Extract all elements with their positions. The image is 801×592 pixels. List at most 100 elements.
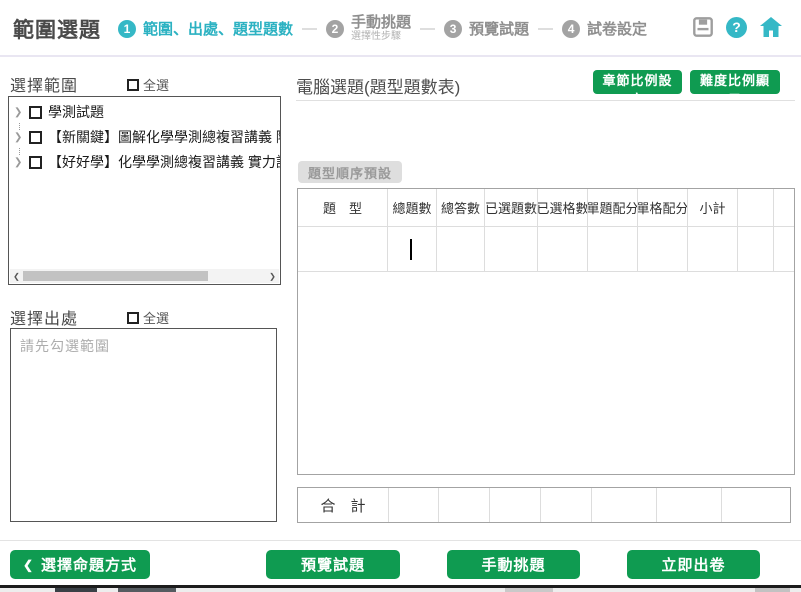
column-header-subtotal: 小計 [688, 189, 738, 227]
question-type-table: 題 型 總題數 總答數 已選題數 已選格數 單題配分 單格配分 小計 [297, 188, 795, 475]
step-1-badge: 1 [118, 20, 136, 38]
background-fragment [118, 588, 176, 592]
step-4-label: 試卷設定 [587, 18, 647, 39]
cell-selected-blanks[interactable] [538, 227, 588, 272]
source-list-box: 請先勾選範圍 [10, 328, 277, 522]
computer-pick-title: 電腦選題(題型題數表) [296, 73, 460, 98]
step-2-badge: 2 [326, 20, 344, 38]
total-cell [541, 488, 592, 522]
preview-questions-button[interactable]: 預覽試題 [266, 550, 400, 579]
step-3-preview[interactable]: 3 預覽試題 [444, 18, 529, 39]
step-3-badge: 3 [444, 20, 462, 38]
tree-item-checkbox[interactable] [29, 106, 42, 119]
total-row-table: 合 計 [297, 487, 791, 523]
total-cell [722, 488, 790, 522]
step-1-range[interactable]: 1 範圍、出處、題型題數 [118, 18, 293, 39]
step-4-paper-settings[interactable]: 4 試卷設定 [562, 18, 647, 39]
background-fragment [755, 588, 790, 592]
difficulty-ratio-button[interactable]: 難度比例顯示 [690, 70, 780, 94]
column-header-selected-questions: 已選題數 [485, 189, 538, 227]
question-order-preset-button[interactable]: 題型順序預設 [298, 161, 402, 183]
cell-total-answers[interactable] [437, 227, 485, 272]
total-cell [592, 488, 657, 522]
title-divider [296, 100, 795, 101]
tree-item-label[interactable]: 【好好學】化學學測總複習講義 實力評量 [48, 152, 280, 172]
cell-subtotal[interactable] [688, 227, 738, 272]
expand-chevron-icon[interactable]: ❯ [14, 107, 26, 118]
scrollbar-track[interactable] [23, 270, 266, 282]
footer-divider [0, 540, 801, 541]
text-caret [410, 239, 412, 260]
manual-pick-button[interactable]: 手動挑題 [447, 550, 580, 579]
back-button-label: 選擇命題方式 [41, 554, 137, 575]
cell-points-per-blank[interactable] [638, 227, 688, 272]
step-separator: — [302, 20, 317, 37]
step-separator: — [420, 20, 435, 37]
cell-selected-questions[interactable] [485, 227, 538, 272]
source-select-all[interactable]: 全選 [127, 308, 169, 327]
page-title: 範圍選題 [13, 14, 101, 44]
step-2-manual-pick[interactable]: 2 手動挑題 選擇性步驟 [326, 14, 411, 43]
cell-empty [738, 227, 774, 272]
range-section-title: 選擇範圍 [10, 72, 78, 96]
step-separator: — [538, 20, 553, 37]
window-bottom-edge [0, 585, 801, 592]
step-1-label: 範圍、出處、題型題數 [143, 18, 293, 39]
range-tree-box: ❯ 學測試題 ❯ 【新關鍵】圖解化學學測總複習講義 隨堂測驗 ❯ 【好好學】化學… [8, 96, 281, 285]
column-header-points-per-question: 單題配分 [588, 189, 638, 227]
tree-item-label[interactable]: 學測試題 [48, 102, 104, 122]
total-label-cell: 合 計 [298, 488, 389, 522]
app-frame: 範圍選題 1 範圍、出處、題型題數 — 2 手動挑題 選擇性步驟 — 3 預覽試… [0, 0, 801, 592]
total-cell [389, 488, 439, 522]
total-cell [490, 488, 541, 522]
chevron-left-icon: ❮ [23, 558, 34, 572]
column-header-type: 題 型 [298, 189, 388, 227]
wizard-stepper: 1 範圍、出處、題型題數 — 2 手動挑題 選擇性步驟 — 3 預覽試題 — 4… [118, 0, 647, 57]
range-select-all[interactable]: 全選 [127, 75, 169, 94]
column-header-empty [774, 189, 794, 227]
cell-points-per-question[interactable] [588, 227, 638, 272]
step-2-sublabel: 選擇性步驟 [351, 31, 411, 43]
cell-type[interactable] [298, 227, 388, 272]
step-3-label: 預覽試題 [469, 18, 529, 39]
source-select-all-checkbox[interactable] [127, 312, 139, 324]
source-placeholder-text: 請先勾選範圍 [20, 336, 110, 356]
scrollbar-thumb[interactable] [23, 271, 208, 281]
source-section-title: 選擇出處 [10, 305, 78, 329]
tree-item-study-well-book[interactable]: ❯ 【好好學】化學學測總複習講義 實力評量 [9, 152, 280, 172]
source-select-all-label: 全選 [143, 308, 169, 327]
home-icon[interactable] [759, 16, 783, 38]
header-bar: 範圍選題 1 範圍、出處、題型題數 — 2 手動挑題 選擇性步驟 — 3 預覽試… [0, 0, 801, 57]
tree-item-gsat[interactable]: ❯ 學測試題 [9, 102, 280, 122]
table-data-row [298, 227, 794, 272]
scroll-left-icon[interactable]: ❮ [10, 272, 23, 281]
column-header-empty [738, 189, 774, 227]
table-header-row: 題 型 總題數 總答數 已選題數 已選格數 單題配分 單格配分 小計 [298, 189, 794, 227]
column-header-selected-blanks: 已選格數 [538, 189, 588, 227]
tree-item-label[interactable]: 【新關鍵】圖解化學學測總複習講義 隨堂測驗 [48, 127, 280, 147]
background-fragment [505, 588, 553, 592]
expand-chevron-icon[interactable]: ❯ [14, 157, 26, 168]
horizontal-scrollbar[interactable]: ❮ ❯ [10, 269, 279, 283]
chapter-ratio-button[interactable]: 章節比例設定 [593, 70, 682, 94]
scroll-right-icon[interactable]: ❯ [266, 272, 279, 281]
generate-paper-button[interactable]: 立即出卷 [627, 550, 760, 579]
tree-item-new-key-book[interactable]: ❯ 【新關鍵】圖解化學學測總複習講義 隨堂測驗 [9, 127, 280, 147]
column-header-total-answers: 總答數 [437, 189, 485, 227]
help-icon[interactable]: ? [726, 17, 747, 38]
step-4-badge: 4 [562, 20, 580, 38]
back-to-method-button[interactable]: ❮ 選擇命題方式 [10, 550, 150, 579]
column-header-total-questions: 總題數 [388, 189, 437, 227]
total-cell [657, 488, 722, 522]
step-2-label: 手動挑題 [351, 14, 411, 31]
cell-empty [774, 227, 794, 272]
background-fragment [55, 588, 97, 592]
tree-item-checkbox[interactable] [29, 156, 42, 169]
expand-chevron-icon[interactable]: ❯ [14, 132, 26, 143]
range-select-all-checkbox[interactable] [127, 79, 139, 91]
cell-total-questions[interactable] [388, 227, 437, 272]
tree-item-checkbox[interactable] [29, 131, 42, 144]
range-select-all-label: 全選 [143, 75, 169, 94]
save-icon[interactable] [692, 16, 714, 38]
column-header-points-per-blank: 單格配分 [638, 189, 688, 227]
